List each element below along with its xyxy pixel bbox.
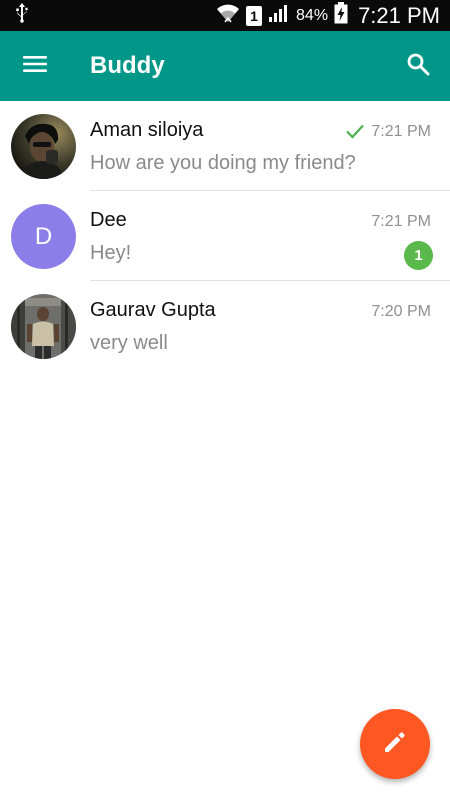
- menu-button[interactable]: [0, 31, 70, 101]
- usb-icon: [14, 2, 30, 29]
- message-time: 7:20 PM: [371, 303, 431, 320]
- app-title: Buddy: [90, 52, 165, 79]
- contact-name: Dee: [90, 209, 127, 231]
- wifi-icon: [216, 3, 240, 28]
- message-snippet: Hey!: [90, 242, 132, 264]
- hamburger-menu-icon: [23, 55, 47, 78]
- battery-charging-icon: [334, 2, 348, 29]
- contact-name: Gaurav Gupta: [90, 299, 216, 321]
- sim-slot-badge: 1: [246, 5, 263, 26]
- search-icon: [406, 52, 430, 81]
- conversation-row[interactable]: Gaurav Gupta 7:20 PM very well: [0, 281, 450, 371]
- status-time: 7:21 PM: [358, 2, 440, 28]
- contact-name: Aman siloiya: [90, 119, 204, 141]
- signal-icon: [268, 3, 290, 28]
- search-button[interactable]: [388, 31, 448, 101]
- app-bar: Buddy: [0, 31, 450, 101]
- unread-count-badge: 1: [404, 241, 433, 270]
- battery-percent: 84%: [296, 6, 329, 24]
- avatar[interactable]: [11, 294, 76, 359]
- avatar-initial: D: [34, 222, 53, 250]
- avatar[interactable]: D: [11, 204, 76, 269]
- status-bar: 1 84% 7:21 PM: [0, 0, 450, 31]
- message-snippet: very well: [90, 332, 168, 354]
- avatar[interactable]: [11, 114, 76, 179]
- pencil-icon: [382, 729, 408, 760]
- avatar-photo: [11, 294, 76, 359]
- conversation-row[interactable]: D Dee 7:21 PM Hey! 1: [0, 191, 450, 281]
- read-check-icon: [345, 123, 365, 144]
- conversation-list: Aman siloiya 7:21 PM How are you doing m…: [0, 101, 450, 371]
- avatar-photo: [11, 114, 76, 179]
- message-time: 7:21 PM: [371, 213, 431, 230]
- compose-fab-button[interactable]: [360, 709, 430, 779]
- message-time: 7:21 PM: [371, 123, 431, 140]
- message-snippet: How are you doing my friend?: [90, 152, 356, 174]
- conversation-row[interactable]: Aman siloiya 7:21 PM How are you doing m…: [0, 101, 450, 191]
